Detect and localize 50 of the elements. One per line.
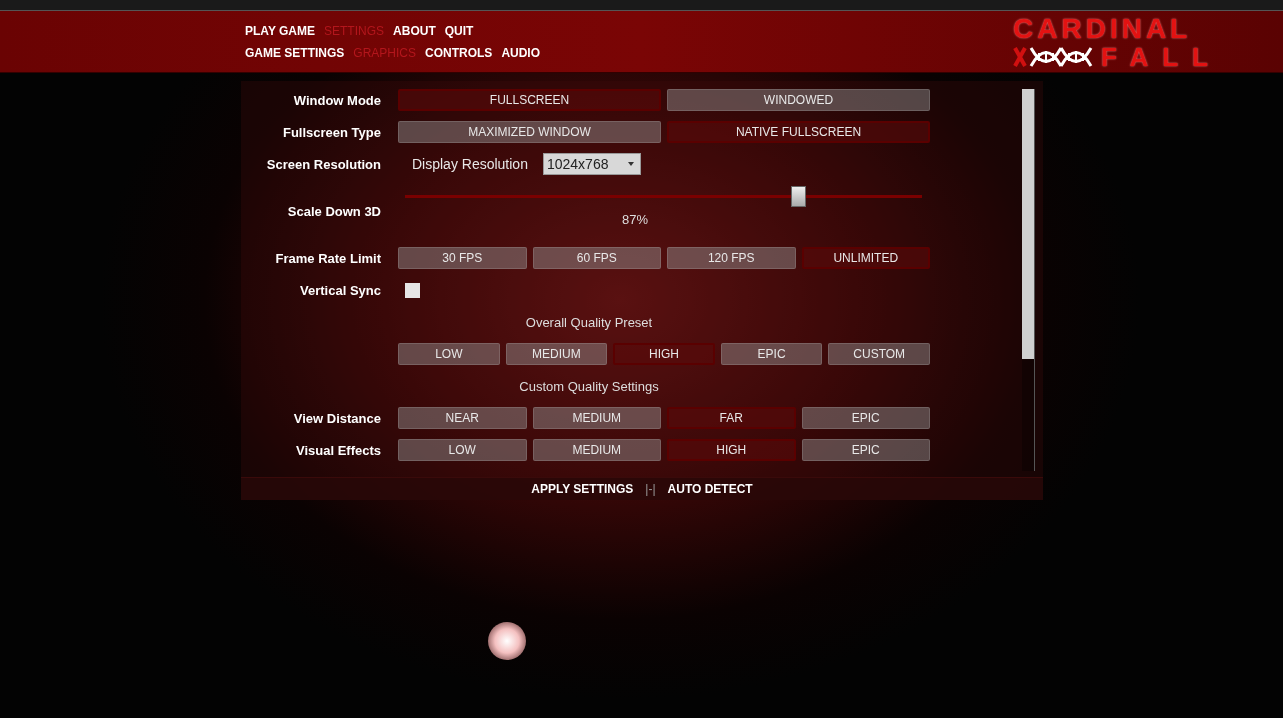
option-button[interactable]: FAR	[667, 407, 796, 429]
slider-value: 87%	[622, 212, 649, 227]
setting-label: Screen Resolution	[266, 157, 381, 172]
option-button[interactable]: WINDOWED	[667, 89, 930, 111]
option-button[interactable]: HIGH	[613, 343, 715, 365]
option-button[interactable]: 60 FPS	[532, 247, 661, 269]
auto-detect-link[interactable]: AUTO DETECT	[667, 482, 753, 496]
resolution-dropdown[interactable]: 1024x768	[542, 153, 641, 175]
menu-link[interactable]: PLAY GAME	[245, 23, 316, 38]
apply-settings-link[interactable]: APPLY SETTINGS	[531, 482, 634, 496]
setting-label: Visual Effects	[295, 443, 381, 458]
option-button[interactable]: MAXIMIZED WINDOW	[398, 121, 661, 143]
submenu-link[interactable]: AUDIO	[501, 45, 541, 60]
option-button[interactable]: 30 FPS	[398, 247, 527, 269]
caret-icon	[627, 162, 634, 166]
option-button[interactable]: FULLSCREEN	[398, 89, 661, 111]
setting-label: Fullscreen Type	[283, 125, 381, 140]
section-heading: Custom Quality Settings	[518, 378, 660, 394]
menu-link[interactable]: ABOUT	[393, 23, 436, 38]
option-button[interactable]: LOW	[398, 343, 500, 365]
checkbox[interactable]	[405, 282, 420, 298]
option-button[interactable]: NATIVE FULLSCREEN	[667, 121, 930, 143]
section-heading: Overall Quality Preset	[524, 314, 654, 330]
menu-link[interactable]: QUIT	[444, 23, 474, 38]
submenu-link[interactable]: GAME SETTINGS	[245, 45, 345, 60]
slider-handle[interactable]	[790, 186, 806, 207]
logo-subtitle: FALL	[1101, 43, 1222, 70]
setting-label: View Distance	[293, 411, 381, 426]
submenu-link[interactable]: CONTROLS	[425, 45, 493, 60]
option-button[interactable]: EPIC	[720, 343, 823, 365]
option-button[interactable]: EPIC	[801, 439, 930, 461]
separator: |-|	[645, 482, 656, 496]
option-button[interactable]: NEAR	[398, 407, 527, 429]
option-button[interactable]: MEDIUM	[532, 407, 661, 429]
field-label: Display Resolution	[412, 156, 528, 172]
option-button[interactable]: HIGH	[667, 439, 796, 461]
scrollbar-thumb[interactable]	[1022, 89, 1034, 359]
logo-title: CARDINAL	[1013, 13, 1192, 44]
option-button[interactable]: MEDIUM	[532, 439, 661, 461]
light-orb	[488, 622, 526, 660]
setting-label: Vertical Sync	[300, 283, 381, 298]
option-button[interactable]: UNLIMITED	[801, 247, 930, 269]
option-button[interactable]: CUSTOM	[828, 343, 930, 365]
option-button[interactable]: LOW	[398, 439, 527, 461]
setting-label: Frame Rate Limit	[275, 251, 381, 266]
setting-label: Scale Down 3D	[287, 204, 381, 219]
option-button[interactable]: 120 FPS	[667, 247, 796, 269]
option-button[interactable]: EPIC	[801, 407, 930, 429]
setting-label: Window Mode	[293, 93, 381, 108]
option-button[interactable]: MEDIUM	[505, 343, 608, 365]
